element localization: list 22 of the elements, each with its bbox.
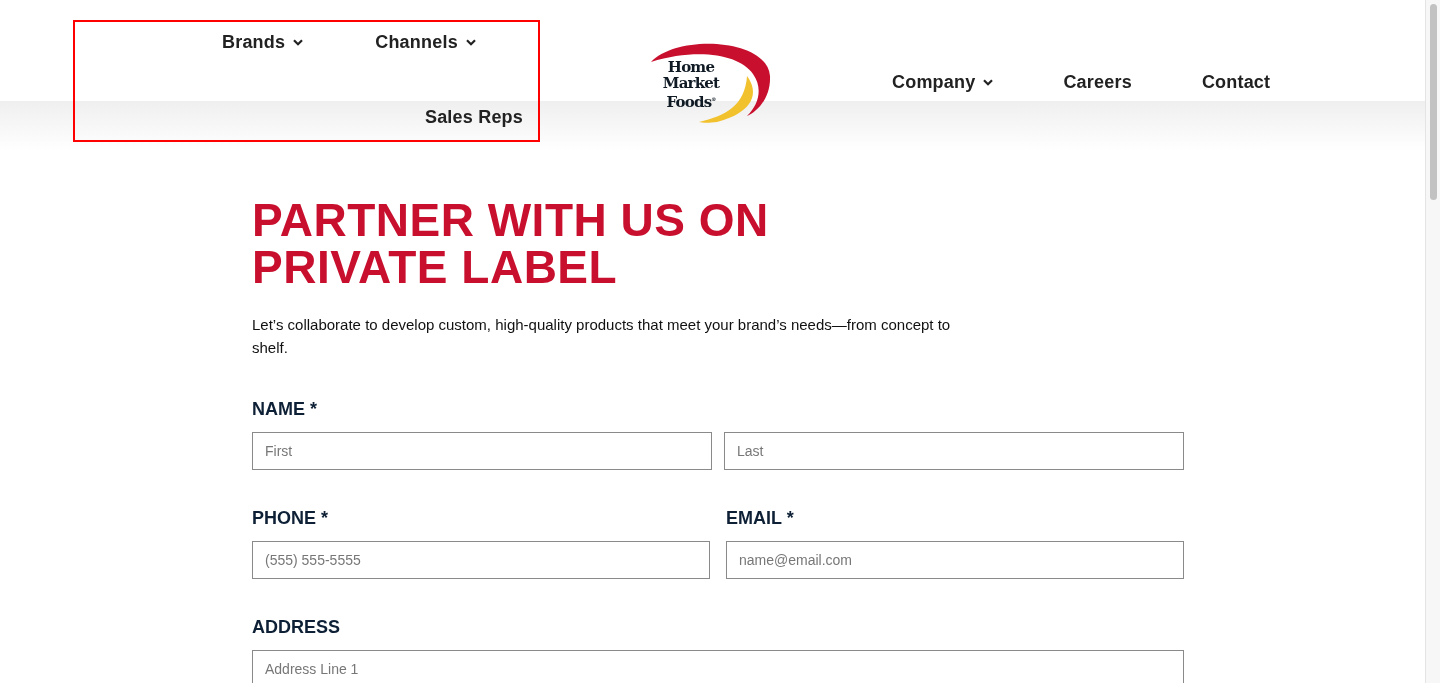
input-field[interactable]: name@email.com: [726, 541, 1184, 579]
nav-link[interactable]: Contact: [1201, 72, 1271, 93]
scrollbar[interactable]: [1425, 0, 1440, 683]
intro-text: Let’s collaborate to develop custom, high-quality products that meet your brand’s needs—from concept to shelf.: [252, 315, 952, 358]
input-field[interactable]: (555) 555-5555: [252, 541, 710, 579]
page-title: PARTNER WITH US ON PRIVATE LABEL: [252, 197, 770, 291]
field-label: PHONE *: [252, 508, 330, 529]
chevron-down-icon: [983, 79, 994, 86]
chevron-down-icon: [293, 39, 304, 46]
nav-link[interactable]: Company: [892, 72, 994, 93]
field-label: NAME *: [252, 399, 318, 420]
input-field[interactable]: Last: [724, 432, 1184, 470]
nav-link[interactable]: Brands: [222, 32, 304, 53]
field-label: ADDRESS: [252, 617, 341, 638]
chevron-down-icon: [465, 39, 476, 46]
nav-link[interactable]: Channels: [375, 32, 476, 53]
nav-link[interactable]: Careers: [1063, 72, 1132, 93]
field-label: EMAIL *: [726, 508, 795, 529]
input-field[interactable]: First: [252, 432, 712, 470]
scrollbar-thumb[interactable]: [1429, 4, 1437, 200]
nav-link[interactable]: Sales Reps: [424, 107, 523, 128]
input-field[interactable]: Address Line 1: [252, 650, 1184, 683]
